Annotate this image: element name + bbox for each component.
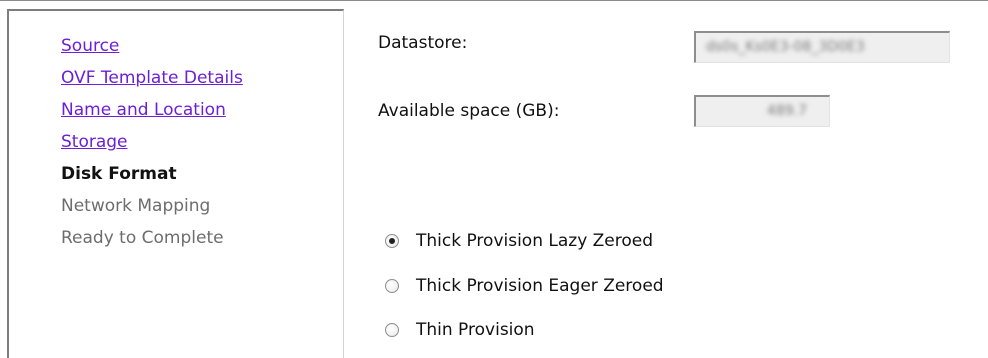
radio-unselected-icon[interactable]	[385, 323, 399, 337]
step-ready-to-complete: Ready to Complete	[61, 228, 224, 248]
step-disk-format-current: Disk Format	[61, 164, 177, 184]
step-network-mapping: Network Mapping	[61, 196, 211, 216]
available-space-value: 489.7	[766, 103, 807, 119]
step-source-link[interactable]: Source	[61, 30, 243, 62]
step-storage-link[interactable]: Storage	[61, 126, 243, 158]
radio-thick-lazy-zeroed[interactable]: Thick Provision Lazy Zeroed	[385, 228, 653, 254]
wizard-steps-panel: Source OVF Template Details Name and Loc…	[7, 9, 344, 358]
available-space-field: 489.7	[694, 95, 830, 127]
step-name-and-location-link[interactable]: Name and Location	[61, 94, 243, 126]
datastore-value: ds0s_Ks0E3-08_3D0E3	[706, 39, 865, 55]
disk-format-content: Datastore: ds0s_Ks0E3-08_3D0E3 Available…	[344, 0, 988, 358]
ovf-deploy-wizard: Source OVF Template Details Name and Loc…	[0, 0, 988, 358]
radio-label-thin: Thin Provision	[416, 320, 535, 340]
radio-label-thick-eager: Thick Provision Eager Zeroed	[416, 276, 664, 296]
radio-thick-eager-zeroed[interactable]: Thick Provision Eager Zeroed	[385, 273, 664, 299]
wizard-steps-list: Source OVF Template Details Name and Loc…	[61, 30, 243, 254]
datastore-label: Datastore:	[378, 33, 468, 53]
radio-unselected-icon[interactable]	[385, 279, 399, 293]
radio-thin-provision[interactable]: Thin Provision	[385, 317, 535, 343]
radio-label-thick-lazy: Thick Provision Lazy Zeroed	[416, 231, 654, 251]
available-space-label: Available space (GB):	[378, 101, 560, 121]
radio-selected-icon[interactable]	[385, 234, 399, 248]
datastore-field: ds0s_Ks0E3-08_3D0E3	[694, 31, 950, 63]
step-ovf-template-details-link[interactable]: OVF Template Details	[61, 62, 243, 94]
